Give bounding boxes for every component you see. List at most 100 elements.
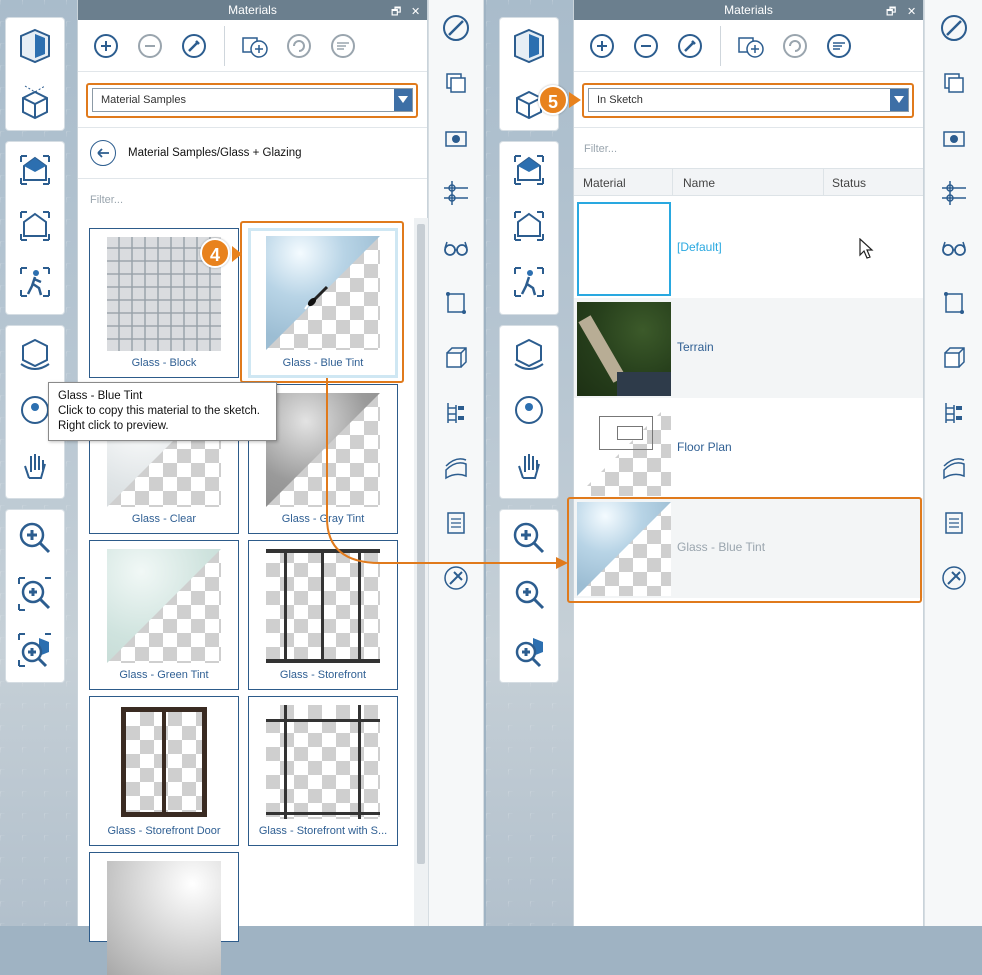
column-header-status[interactable]: Status [832, 176, 866, 190]
back-arrow-icon [97, 148, 109, 158]
toolbar-separator [224, 25, 225, 66]
orbit-icon[interactable] [500, 326, 558, 382]
badge-pointer-4 [232, 246, 242, 262]
panel-title: Materials [228, 3, 277, 17]
refresh-button[interactable] [283, 30, 315, 62]
badge-pointer-5 [569, 92, 581, 108]
purge-button[interactable] [823, 30, 855, 62]
material-tile[interactable]: Glass - Storefront with S... [248, 696, 398, 846]
tile-thumbnail [107, 861, 221, 975]
view-cube-icon[interactable] [6, 18, 64, 74]
row-thumbnail [577, 302, 671, 396]
materials-toolbar [78, 20, 427, 72]
materials-brush-icon[interactable] [429, 0, 483, 55]
view-cube-icon[interactable] [500, 18, 558, 74]
home-view-icon[interactable] [500, 142, 558, 198]
tile-label: Glass - Block [131, 357, 197, 369]
refresh-button[interactable] [779, 30, 811, 62]
filter-input[interactable]: Filter... [584, 143, 617, 155]
zoom-extents-icon[interactable] [6, 622, 64, 678]
step-5-badge: 5 [538, 85, 568, 115]
eyedropper-button[interactable] [674, 30, 706, 62]
zoom-toolbar-left [6, 510, 64, 682]
restore-icon[interactable]: 🗗 [391, 2, 401, 22]
table-row[interactable]: Floor Plan [574, 398, 923, 498]
panel-title: Materials [724, 3, 773, 17]
column-divider [672, 169, 673, 195]
walk-icon[interactable] [500, 254, 558, 310]
house-view-icon[interactable] [6, 198, 64, 254]
outliner-icon[interactable] [925, 385, 982, 440]
filter-input[interactable]: Filter... [90, 194, 123, 206]
step-4-badge: 4 [200, 238, 230, 268]
styles-icon[interactable] [925, 440, 982, 495]
column-header-material[interactable]: Material [583, 176, 626, 190]
material-tile[interactable]: Glass - Green Tint [89, 540, 239, 690]
house-view-icon[interactable] [500, 198, 558, 254]
camera-toolbar-left [6, 142, 64, 314]
camera-icon[interactable] [925, 110, 982, 165]
glasses-icon[interactable] [925, 220, 982, 275]
material-tile[interactable]: Glass - Storefront Door [89, 696, 239, 846]
tile-thumbnail [107, 549, 221, 663]
highlight-sketch-select [582, 83, 914, 118]
materials-brush-icon[interactable] [925, 0, 982, 55]
mouse-cursor-icon [859, 238, 874, 259]
tile-thumbnail [107, 705, 221, 819]
purge-button[interactable] [327, 30, 359, 62]
column-header-name[interactable]: Name [683, 176, 715, 190]
tile-label: Glass - Green Tint [119, 669, 209, 681]
tile-label: Glass - Storefront with S... [258, 825, 388, 837]
orbit-icon[interactable] [6, 326, 64, 382]
component-icon[interactable] [429, 275, 483, 330]
add-material-button[interactable] [586, 30, 618, 62]
highlight-library-select [86, 83, 418, 118]
new-collection-button[interactable] [735, 30, 767, 62]
tile-thumbnail [266, 705, 380, 819]
tile-label: Glass - Clear [131, 513, 197, 525]
table-row[interactable]: Terrain [574, 298, 923, 398]
walk-icon[interactable] [6, 254, 64, 310]
section-planes-icon[interactable] [925, 165, 982, 220]
view-iso-icon[interactable] [6, 74, 64, 130]
home-view-icon[interactable] [6, 142, 64, 198]
tile-tooltip: Glass - Blue Tint Click to copy this mat… [48, 382, 277, 441]
remove-material-button[interactable] [630, 30, 662, 62]
row-thumbnail [577, 402, 671, 496]
new-collection-button[interactable] [239, 30, 271, 62]
highlight-blue-tint-tile [240, 221, 404, 383]
restore-icon[interactable]: 🗗 [886, 2, 896, 22]
remove-material-button[interactable] [134, 30, 166, 62]
camera-icon[interactable] [429, 110, 483, 165]
tooltip-title: Glass - Blue Tint [58, 390, 143, 402]
material-tile[interactable] [89, 852, 239, 975]
zoom-window-icon[interactable] [6, 566, 64, 622]
row-name: [Default] [677, 240, 722, 254]
row-name: Terrain [677, 340, 714, 354]
layers-icon[interactable] [429, 55, 483, 110]
tooltip-line: Right click to preview. [58, 420, 169, 432]
table-row[interactable]: [Default] [574, 198, 923, 298]
solid-icon[interactable] [925, 330, 982, 385]
filter-area: Filter... [574, 127, 923, 167]
layers-icon[interactable] [925, 55, 982, 110]
close-icon[interactable]: ✕ [907, 2, 916, 22]
component-icon[interactable] [925, 275, 982, 330]
section-planes-icon[interactable] [429, 165, 483, 220]
add-material-button[interactable] [90, 30, 122, 62]
settings-sliders-icon[interactable] [925, 495, 982, 550]
zoom-in-icon[interactable] [6, 510, 64, 566]
panel-titlebar: Materials 🗗 ✕ [78, 0, 427, 20]
close-icon[interactable]: ✕ [411, 2, 420, 22]
extensions-plug-icon[interactable] [925, 550, 982, 605]
breadcrumb-path: Material Samples/Glass + Glazing [128, 147, 302, 159]
solid-icon[interactable] [429, 330, 483, 385]
zoom-extents-icon[interactable] [500, 622, 558, 678]
tile-label: Glass - Storefront Door [107, 825, 221, 837]
tooltip-line: Click to copy this material to the sketc… [58, 405, 260, 417]
glasses-icon[interactable] [429, 220, 483, 275]
pan-hand-icon[interactable] [6, 438, 64, 494]
table-header: Material Name Status [574, 168, 923, 196]
back-button[interactable] [90, 140, 116, 166]
eyedropper-button[interactable] [178, 30, 210, 62]
